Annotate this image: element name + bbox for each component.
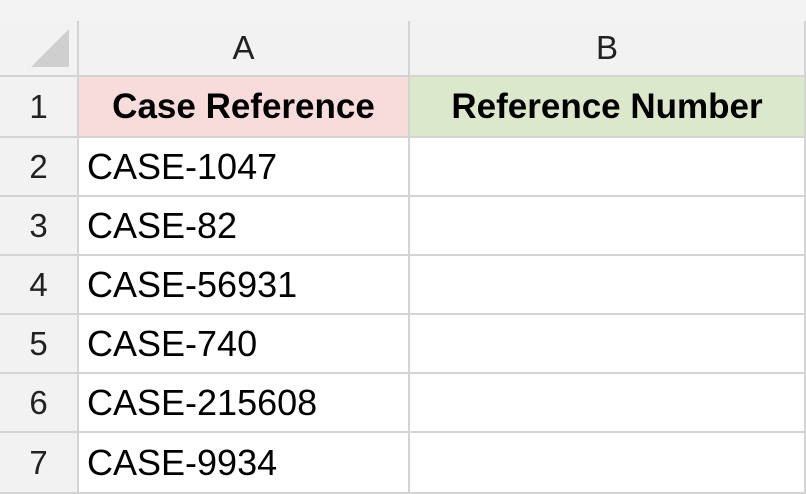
row-header-7[interactable]: 7 [0,433,79,494]
column-header-a[interactable]: A [79,21,410,77]
cell-b2[interactable] [410,138,806,197]
row-header-4[interactable]: 4 [0,256,79,315]
row-header-3[interactable]: 3 [0,197,79,256]
row-header-6[interactable]: 6 [0,374,79,433]
cell-b3[interactable] [410,197,806,256]
cell-a6[interactable]: CASE-215608 [79,374,410,433]
cell-a2[interactable]: CASE-1047 [79,138,410,197]
cell-a7[interactable]: CASE-9934 [79,433,410,494]
row-header-5[interactable]: 5 [0,315,79,374]
cell-b5[interactable] [410,315,806,374]
cell-a5[interactable]: CASE-740 [79,315,410,374]
cell-a4[interactable]: CASE-56931 [79,256,410,315]
select-all-triangle-icon [31,29,69,67]
ribbon-edge [0,0,806,21]
row-header-2[interactable]: 2 [0,138,79,197]
select-all-corner[interactable] [0,21,79,77]
cell-a1-case-reference-header[interactable]: Case Reference [79,77,410,138]
cell-b6[interactable] [410,374,806,433]
spreadsheet-grid: A B 1 2 3 4 5 6 7 Case Reference Referen… [0,0,806,494]
cell-b1-reference-number-header[interactable]: Reference Number [410,77,806,138]
row-header-1[interactable]: 1 [0,77,79,138]
cell-b4[interactable] [410,256,806,315]
column-header-b[interactable]: B [410,21,806,77]
cell-b7[interactable] [410,433,806,494]
cell-a3[interactable]: CASE-82 [79,197,410,256]
